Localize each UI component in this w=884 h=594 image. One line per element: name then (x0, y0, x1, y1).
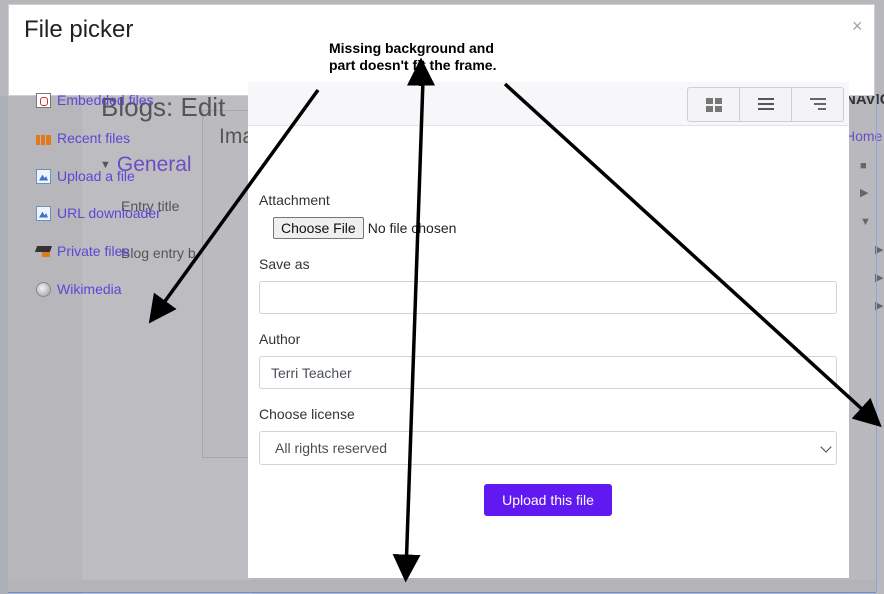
annotation-arrow-right (503, 82, 882, 428)
annotation-arrow-down (392, 79, 425, 583)
annotation-arrows (148, 57, 882, 583)
annotation-arrow-left (148, 88, 320, 324)
